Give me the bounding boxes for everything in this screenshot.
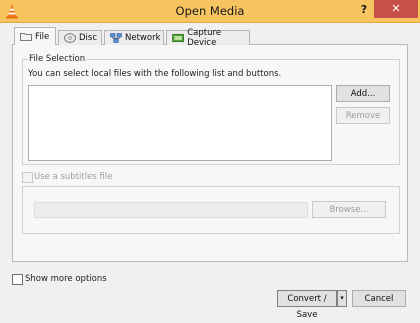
tab-disc-label: Disc [79, 33, 98, 43]
tab-file-label: File [35, 31, 50, 42]
folder-icon [20, 33, 32, 41]
browse-button[interactable]: Browse... [312, 201, 386, 218]
subtitles-checkbox[interactable] [22, 172, 33, 183]
help-button[interactable]: ? [352, 1, 376, 19]
remove-button[interactable]: Remove [336, 107, 390, 124]
subtitles-file-input[interactable] [34, 202, 308, 218]
show-more-options-checkbox[interactable] [12, 274, 23, 285]
subtitles-checkbox-label: Use a subtitles file [34, 172, 113, 182]
capture-device-icon [172, 33, 185, 43]
file-selection-description: You can select local files with the foll… [28, 69, 282, 79]
tab-network[interactable]: Network [104, 30, 164, 45]
tab-file[interactable]: File [14, 27, 56, 45]
add-button[interactable]: Add... [336, 85, 390, 102]
tab-network-label: Network [125, 33, 161, 43]
file-selection-title: File Selection [28, 54, 87, 64]
tab-capture-device[interactable]: Capture Device [166, 28, 250, 48]
file-list[interactable] [28, 85, 332, 161]
close-button[interactable]: ✕ [374, 0, 418, 18]
show-more-options-label: Show more options [25, 274, 107, 284]
convert-dropdown-arrow[interactable]: ▾ [337, 290, 347, 307]
convert-save-button[interactable]: Convert / Save [277, 290, 337, 320]
tab-capture-device-label: Capture Device [187, 28, 222, 48]
network-icon [110, 33, 122, 43]
disc-icon [64, 33, 76, 43]
title-bar: Open Media ? ✕ [0, 0, 420, 23]
tab-disc[interactable]: Disc [58, 30, 102, 45]
cancel-button[interactable]: Cancel [352, 290, 406, 307]
